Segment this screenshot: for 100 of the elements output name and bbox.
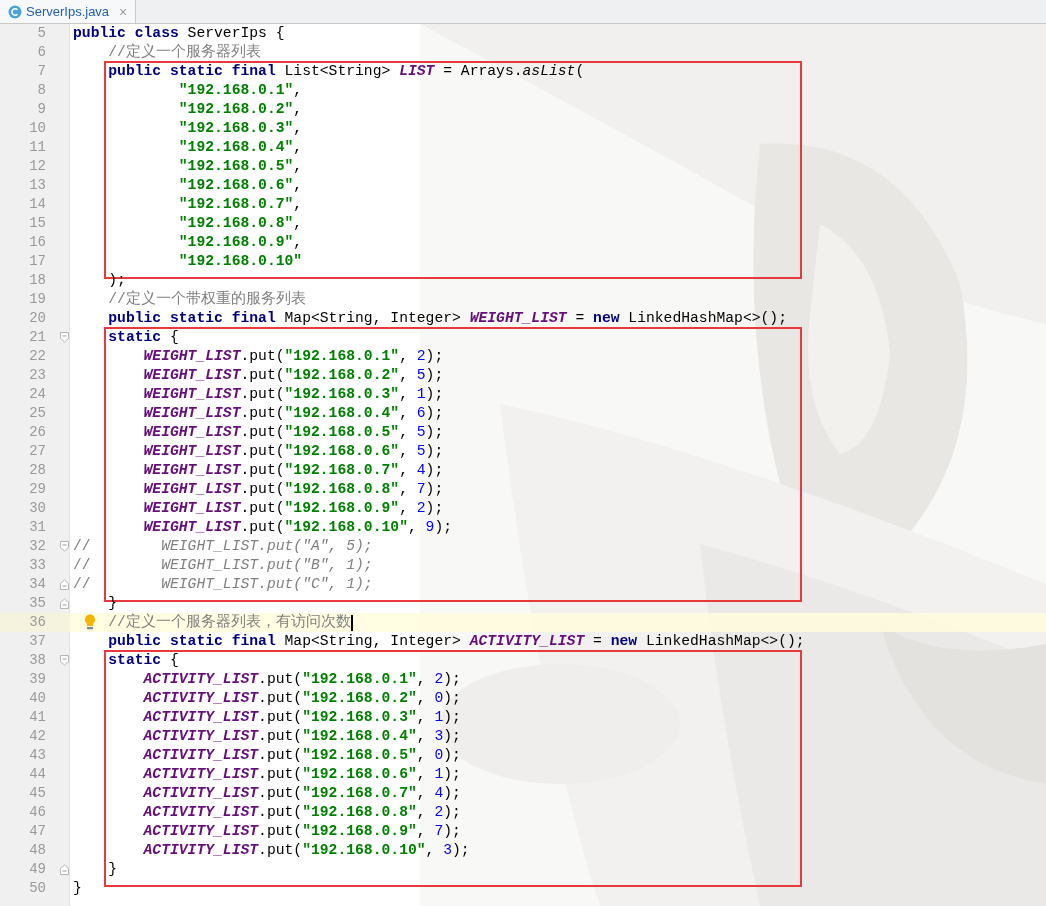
code-line: "192.168.0.6",: [177, 176, 303, 195]
code-line: }: [107, 860, 118, 879]
code-line: // WEIGHT_LIST.put("C", 1);: [73, 575, 373, 594]
code-line: ACTIVITY_LIST.put("192.168.0.10", 3);: [142, 841, 470, 860]
line-number: 26: [28, 423, 47, 442]
line-number: 31: [28, 518, 47, 537]
line-number: 8: [36, 81, 47, 100]
line-number: 48: [28, 841, 47, 860]
line-number: 21: [28, 328, 47, 347]
line-number: 5: [36, 24, 47, 43]
line-number: 42: [28, 727, 47, 746]
fold-marker-icon[interactable]: [60, 332, 69, 343]
line-number: 30: [28, 499, 47, 518]
fold-marker-icon[interactable]: [60, 579, 69, 590]
code-line: public static final Map<String, Integer> ACTIVITY_LIST = new LinkedHashMap<>();: [107, 632, 805, 651]
code-line: ACTIVITY_LIST.put("192.168.0.6", 1);: [142, 765, 461, 784]
line-number: 25: [28, 404, 47, 423]
code-line: // WEIGHT_LIST.put("B", 1);: [73, 556, 373, 575]
code-line: "192.168.0.5",: [177, 157, 303, 176]
line-number: 40: [28, 689, 47, 708]
code-line: "192.168.0.7",: [177, 195, 303, 214]
code-line: "192.168.0.2",: [177, 100, 303, 119]
line-number: 46: [28, 803, 47, 822]
line-number: 14: [28, 195, 47, 214]
line-number: 34: [28, 575, 47, 594]
line-number: 27: [28, 442, 47, 461]
line-number: 13: [28, 176, 47, 195]
line-number: 6: [36, 43, 47, 62]
code-line: //定义一个带权重的服务列表: [107, 290, 306, 309]
line-number: 37: [28, 632, 47, 651]
fold-marker-icon[interactable]: [60, 864, 69, 875]
line-number: 28: [28, 461, 47, 480]
code-line: ACTIVITY_LIST.put("192.168.0.9", 7);: [142, 822, 461, 841]
code-line: //定义一个服务器列表: [107, 43, 261, 62]
line-number: 18: [28, 271, 47, 290]
code-line: WEIGHT_LIST.put("192.168.0.9", 2);: [142, 499, 444, 518]
line-number: 39: [28, 670, 47, 689]
code-line: WEIGHT_LIST.put("192.168.0.8", 7);: [142, 480, 444, 499]
code-line: ACTIVITY_LIST.put("192.168.0.2", 0);: [142, 689, 461, 708]
code-line: "192.168.0.4",: [177, 138, 303, 157]
code-line: WEIGHT_LIST.put("192.168.0.7", 4);: [142, 461, 444, 480]
line-number: 16: [28, 233, 47, 252]
code-line: WEIGHT_LIST.put("192.168.0.10", 9);: [142, 518, 453, 537]
line-number: 38: [28, 651, 47, 670]
line-number: 44: [28, 765, 47, 784]
line-number: 43: [28, 746, 47, 765]
code-line: }: [73, 879, 82, 898]
code-line: ACTIVITY_LIST.put("192.168.0.7", 4);: [142, 784, 461, 803]
code-line: WEIGHT_LIST.put("192.168.0.1", 2);: [142, 347, 444, 366]
code-line: "192.168.0.8",: [177, 214, 303, 233]
fold-marker-icon[interactable]: [60, 541, 69, 552]
line-number: 35: [28, 594, 47, 613]
lightbulb-icon[interactable]: [84, 614, 96, 630]
code-line: ACTIVITY_LIST.put("192.168.0.3", 1);: [142, 708, 461, 727]
line-number: 17: [28, 252, 47, 271]
file-tab[interactable]: ServerIps.java ×: [0, 0, 137, 23]
line-number: 7: [36, 62, 47, 81]
code-line: "192.168.0.9",: [177, 233, 303, 252]
line-number: 33: [28, 556, 47, 575]
code-line: WEIGHT_LIST.put("192.168.0.3", 1);: [142, 385, 444, 404]
code-line: WEIGHT_LIST.put("192.168.0.5", 5);: [142, 423, 444, 442]
code-line: ACTIVITY_LIST.put("192.168.0.1", 2);: [142, 670, 461, 689]
code-line: public class ServerIps {: [73, 24, 285, 43]
code-line: //定义一个服务器列表，有访问次数: [108, 613, 351, 632]
line-number: 19: [28, 290, 47, 309]
line-number: 23: [28, 366, 47, 385]
line-number: 22: [28, 347, 47, 366]
class-icon: [8, 4, 22, 19]
code-line: static {: [107, 328, 179, 347]
code-line: WEIGHT_LIST.put("192.168.0.2", 5);: [142, 366, 444, 385]
line-number: 36: [28, 613, 47, 632]
code-line: "192.168.0.1",: [177, 81, 303, 100]
code-line: public static final List<String> LIST = Arrays.asList(: [107, 62, 585, 81]
fold-marker-icon[interactable]: [60, 598, 69, 609]
line-number: 47: [28, 822, 47, 841]
code-line: WEIGHT_LIST.put("192.168.0.4", 6);: [142, 404, 444, 423]
line-number: 50: [28, 879, 47, 898]
line-number: 49: [28, 860, 47, 879]
code-line: ACTIVITY_LIST.put("192.168.0.4", 3);: [142, 727, 461, 746]
line-number: 20: [28, 309, 47, 328]
fold-marker-icon[interactable]: [60, 655, 69, 666]
code-line: ACTIVITY_LIST.put("192.168.0.8", 2);: [142, 803, 461, 822]
line-number: 11: [28, 138, 47, 157]
line-number: 15: [28, 214, 47, 233]
code-line: static {: [107, 651, 179, 670]
code-line: "192.168.0.10": [177, 252, 303, 271]
line-number: 10: [28, 119, 47, 138]
code-line: public static final Map<String, Integer> WEIGHT_LIST = new LinkedHashMap<>();: [107, 309, 787, 328]
code-line: ACTIVITY_LIST.put("192.168.0.5", 0);: [142, 746, 461, 765]
code-line: // WEIGHT_LIST.put("A", 5);: [73, 537, 373, 556]
line-number: 24: [28, 385, 47, 404]
code-line: "192.168.0.3",: [177, 119, 303, 138]
code-line: WEIGHT_LIST.put("192.168.0.6", 5);: [142, 442, 444, 461]
line-number: 9: [36, 100, 47, 119]
tab-label: ServerIps.java: [26, 4, 110, 19]
line-number: 41: [28, 708, 47, 727]
line-number: 12: [28, 157, 47, 176]
line-number: 32: [28, 537, 47, 556]
line-number: 45: [28, 784, 47, 803]
line-number: 29: [28, 480, 47, 499]
